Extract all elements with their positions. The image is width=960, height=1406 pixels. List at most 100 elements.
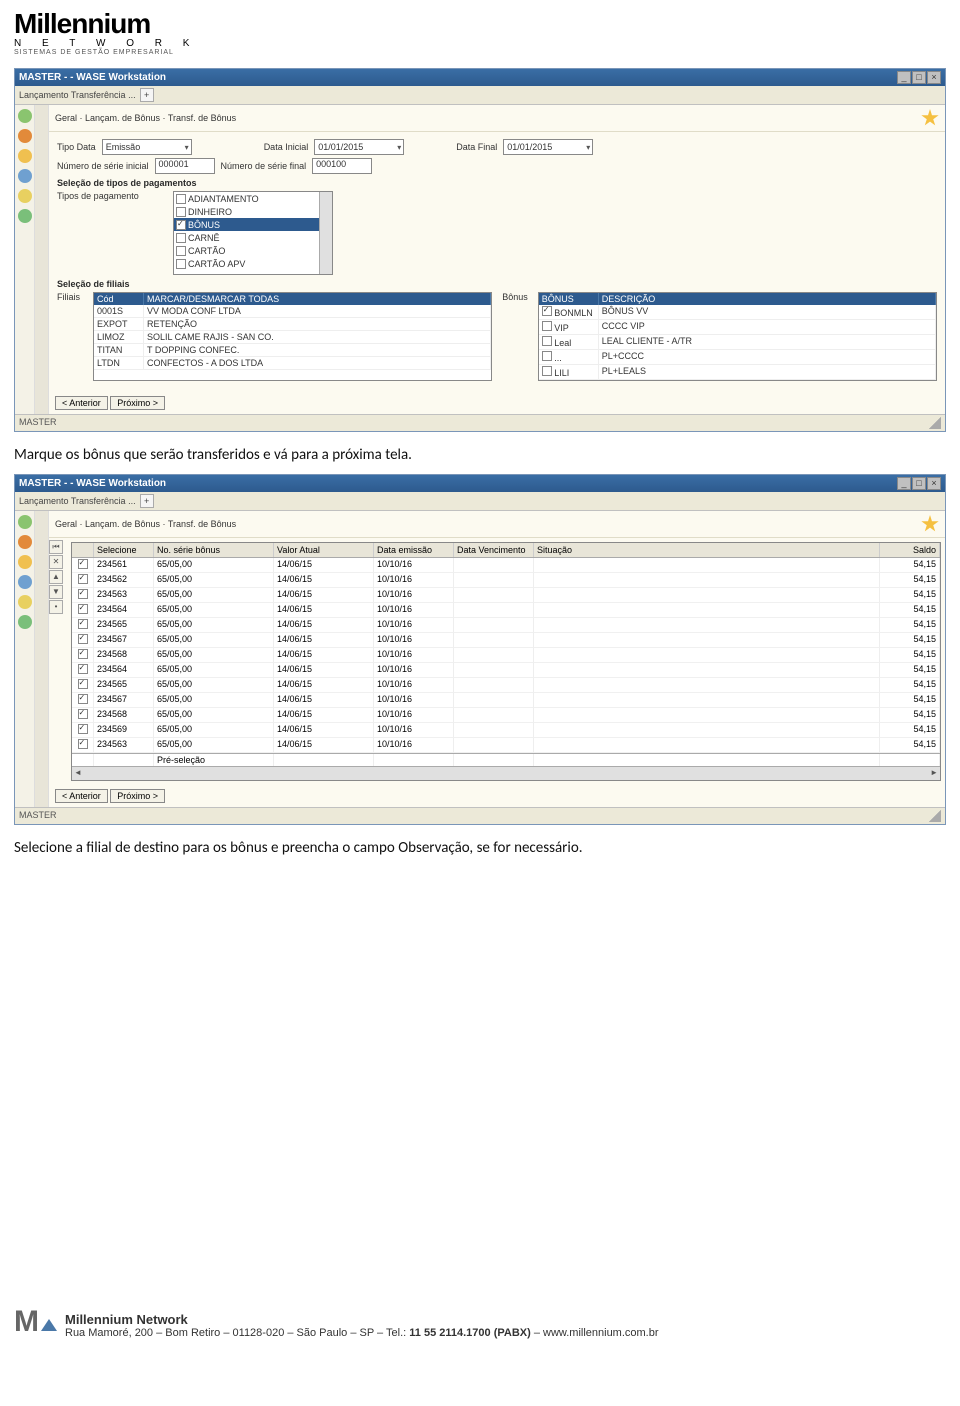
- sidebar-icon[interactable]: [18, 515, 32, 529]
- bonus-grid[interactable]: Selecione No. série bônus Valor Atual Da…: [71, 542, 941, 781]
- checkbox-icon[interactable]: [542, 366, 552, 376]
- table-row[interactable]: 23456765/05,0014/06/1510/10/1654,15: [72, 693, 940, 708]
- num-final-input[interactable]: 000100: [312, 158, 372, 174]
- close-button[interactable]: ×: [927, 71, 941, 84]
- anterior-button[interactable]: < Anterior: [55, 396, 108, 410]
- table-row[interactable]: 23456465/05,0014/06/1510/10/1654,15: [72, 663, 940, 678]
- list-item[interactable]: ADIANTAMENTO: [174, 192, 332, 205]
- sidebar-icon[interactable]: [18, 595, 32, 609]
- bonus-table[interactable]: BÔNUSDESCRIÇÃO BONMLNBÔNUS VV VIPCCCC VI…: [538, 292, 937, 381]
- col-header: Data emissão: [374, 543, 454, 557]
- table-row[interactable]: 23456565/05,0014/06/1510/10/1654,15: [72, 678, 940, 693]
- window-title: MASTER - - WASE Workstation: [19, 72, 166, 83]
- table-row[interactable]: 23456365/05,0014/06/1510/10/1654,15: [72, 588, 940, 603]
- list-item[interactable]: CARNÊ: [174, 231, 332, 244]
- data-final-field[interactable]: 01/01/2015: [503, 139, 593, 155]
- sidebar-icon[interactable]: [18, 555, 32, 569]
- sidebar-icon[interactable]: [18, 535, 32, 549]
- data-inicial-field[interactable]: 01/01/2015: [314, 139, 404, 155]
- table-row[interactable]: 23456765/05,0014/06/1510/10/1654,15: [72, 633, 940, 648]
- grid-delete-button[interactable]: ✕: [49, 555, 63, 569]
- grid-first-button[interactable]: ⏮: [49, 540, 63, 554]
- tipos-pag-listbox[interactable]: ADIANTAMENTODINHEIROBÔNUSCARNÊCARTÃOCART…: [173, 191, 333, 275]
- table-row[interactable]: 23456865/05,0014/06/1510/10/1654,15: [72, 648, 940, 663]
- checkbox-icon[interactable]: [78, 574, 88, 584]
- checkbox-icon[interactable]: [542, 351, 552, 361]
- checkbox-icon[interactable]: [176, 259, 186, 269]
- checkbox-icon[interactable]: [542, 321, 552, 331]
- grid-up-button[interactable]: ▲: [49, 570, 63, 584]
- table-row[interactable]: 23456965/05,0014/06/1510/10/1654,15: [72, 723, 940, 738]
- resize-grip[interactable]: [929, 810, 941, 822]
- minimize-button[interactable]: _: [897, 477, 911, 490]
- grid-misc-button[interactable]: •: [49, 600, 63, 614]
- checkbox-icon[interactable]: [176, 246, 186, 256]
- checkbox-icon[interactable]: [78, 604, 88, 614]
- checkbox-icon[interactable]: [78, 589, 88, 599]
- anterior-button[interactable]: < Anterior: [55, 789, 108, 803]
- table-row[interactable]: 23456465/05,0014/06/1510/10/1654,15: [72, 603, 940, 618]
- table-row[interactable]: TITANT DOPPING CONFEC.: [94, 344, 491, 357]
- checkbox-icon[interactable]: [542, 336, 552, 346]
- table-row[interactable]: LILIPL+LEALS: [539, 365, 936, 380]
- sidebar-collapse[interactable]: [35, 105, 49, 414]
- list-item[interactable]: CARTÃO: [174, 244, 332, 257]
- list-item[interactable]: DINHEIRO: [174, 205, 332, 218]
- sidebar-icon[interactable]: [18, 575, 32, 589]
- grid-down-button[interactable]: ▼: [49, 585, 63, 599]
- table-row[interactable]: 23456865/05,0014/06/1510/10/1654,15: [72, 708, 940, 723]
- checkbox-icon[interactable]: [176, 207, 186, 217]
- table-row[interactable]: LTDNCONFECTOS - A DOS LTDA: [94, 357, 491, 370]
- list-item[interactable]: CARTÃO APV: [174, 257, 332, 270]
- sidebar-collapse[interactable]: [35, 511, 49, 807]
- sidebar-icon[interactable]: [18, 169, 32, 183]
- star-icon: [921, 515, 939, 533]
- resize-grip[interactable]: [929, 417, 941, 429]
- table-row[interactable]: 0001SVV MODA CONF LTDA: [94, 305, 491, 318]
- proximo-button[interactable]: Próximo >: [110, 789, 165, 803]
- sidebar-icon[interactable]: [18, 109, 32, 123]
- num-inicial-input[interactable]: 000001: [155, 158, 215, 174]
- filiais-table[interactable]: CódMARCAR/DESMARCAR TODAS 0001SVV MODA C…: [93, 292, 492, 381]
- sidebar-icon[interactable]: [18, 209, 32, 223]
- table-row[interactable]: VIPCCCC VIP: [539, 320, 936, 335]
- table-row[interactable]: EXPOTRETENÇÃO: [94, 318, 491, 331]
- checkbox-icon[interactable]: [78, 619, 88, 629]
- table-row[interactable]: LealLEAL CLIENTE - A/TR: [539, 335, 936, 350]
- table-row[interactable]: BONMLNBÔNUS VV: [539, 305, 936, 320]
- sidebar-icon[interactable]: [18, 149, 32, 163]
- table-row[interactable]: 23456365/05,0014/06/1510/10/1654,15: [72, 738, 940, 753]
- horizontal-scrollbar[interactable]: [72, 766, 940, 780]
- minimize-button[interactable]: _: [897, 71, 911, 84]
- checkbox-icon[interactable]: [78, 679, 88, 689]
- table-row[interactable]: 23456565/05,0014/06/1510/10/1654,15: [72, 618, 940, 633]
- checkbox-icon[interactable]: [176, 194, 186, 204]
- checkbox-icon[interactable]: [176, 220, 186, 230]
- proximo-button[interactable]: Próximo >: [110, 396, 165, 410]
- checkbox-icon[interactable]: [542, 306, 552, 316]
- sidebar-icon[interactable]: [18, 615, 32, 629]
- add-tab-button[interactable]: +: [140, 494, 154, 508]
- checkbox-icon[interactable]: [78, 634, 88, 644]
- maximize-button[interactable]: □: [912, 477, 926, 490]
- checkbox-icon[interactable]: [78, 664, 88, 674]
- table-row[interactable]: 23456165/05,0014/06/1510/10/1654,15: [72, 558, 940, 573]
- table-row[interactable]: LIMOZSOLIL CAME RAJIS - SAN CO.: [94, 331, 491, 344]
- table-row[interactable]: 23456265/05,0014/06/1510/10/1654,15: [72, 573, 940, 588]
- checkbox-icon[interactable]: [78, 709, 88, 719]
- tipo-data-dropdown[interactable]: Emissão: [102, 139, 192, 155]
- list-item[interactable]: BÔNUS: [174, 218, 332, 231]
- checkbox-icon[interactable]: [78, 724, 88, 734]
- sidebar-icon[interactable]: [18, 189, 32, 203]
- table-row[interactable]: ...PL+CCCC: [539, 350, 936, 365]
- checkbox-icon[interactable]: [78, 694, 88, 704]
- sidebar-icon[interactable]: [18, 129, 32, 143]
- checkbox-icon[interactable]: [78, 739, 88, 749]
- close-button[interactable]: ×: [927, 477, 941, 490]
- app-window-2: MASTER - - WASE Workstation _ □ × Lançam…: [14, 474, 946, 825]
- checkbox-icon[interactable]: [176, 233, 186, 243]
- checkbox-icon[interactable]: [78, 649, 88, 659]
- add-tab-button[interactable]: +: [140, 88, 154, 102]
- maximize-button[interactable]: □: [912, 71, 926, 84]
- checkbox-icon[interactable]: [78, 559, 88, 569]
